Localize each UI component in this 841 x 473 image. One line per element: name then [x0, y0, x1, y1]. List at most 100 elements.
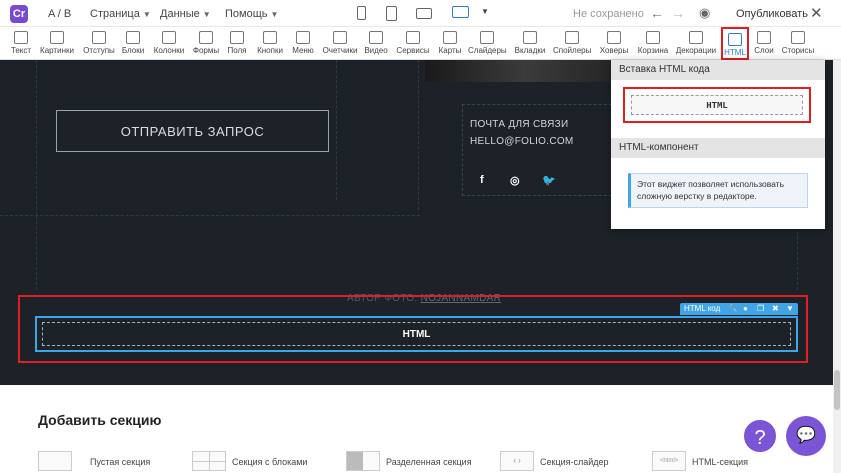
tool-decorations[interactable]: Декорации	[675, 27, 717, 60]
app-logo[interactable]: Cr	[10, 5, 28, 23]
help-menu[interactable]: Помощь ▼	[225, 8, 278, 20]
add-section-title: Добавить секцию	[38, 412, 162, 428]
html-widget-item[interactable]: HTML	[631, 95, 803, 115]
fields-icon	[230, 31, 244, 44]
scrollbar[interactable]	[833, 60, 841, 473]
delete-icon[interactable]: ✖	[772, 303, 779, 315]
chevron-down-icon: ▼	[270, 10, 279, 19]
grid-line	[418, 60, 419, 210]
tool-stories[interactable]: Сторисы	[780, 27, 816, 60]
spacing-icon	[92, 31, 106, 44]
tool-cart[interactable]: Корзина	[636, 27, 670, 60]
tool-html[interactable]: HTML	[721, 27, 749, 60]
code-icon	[728, 33, 742, 46]
tool-hovers[interactable]: Ховеры	[598, 27, 630, 60]
tool-blocks[interactable]: Блоки	[120, 27, 146, 60]
preview-eye-icon[interactable]: ◉	[699, 5, 710, 21]
desktop-icon[interactable]	[452, 6, 469, 18]
html-component-toolbar[interactable]: HTML код 🔧 ● ❐ ✖ ▼	[680, 303, 798, 315]
tablet-icon[interactable]	[386, 6, 397, 21]
tool-layers[interactable]: Слои	[753, 27, 775, 60]
counter-icon	[333, 31, 347, 44]
menu-icon	[296, 31, 310, 44]
video-icon	[369, 31, 383, 44]
scroll-thumb[interactable]	[834, 370, 840, 410]
widget-toolbar: Текст Картинки Отступы Блоки Колонки Фор…	[0, 27, 841, 60]
add-section-area: Добавить секцию Пустая секция Секция с б…	[0, 385, 833, 473]
split-section-thumb	[346, 451, 380, 471]
html-component-label: HTML	[42, 322, 791, 346]
top-bar: Cr A / B Страница ▼ Данные ▼ Помощь ▼ ▼ Не …	[0, 0, 841, 27]
wrench-icon[interactable]: 🔧	[728, 303, 738, 315]
background-photo	[425, 60, 625, 82]
help-menu-label: Помощь	[225, 8, 268, 20]
mobile-icon[interactable]	[357, 6, 366, 20]
drop-icon[interactable]: ●	[743, 303, 748, 315]
help-button[interactable]: ?	[742, 418, 778, 454]
tool-text[interactable]: Текст	[4, 27, 38, 60]
tool-spacing[interactable]: Отступы	[82, 27, 116, 60]
tool-menu[interactable]: Меню	[290, 27, 316, 60]
tool-forms[interactable]: Формы	[192, 27, 220, 60]
stories-icon	[791, 31, 805, 44]
html-component[interactable]: HTML	[35, 316, 798, 352]
data-menu[interactable]: Данные ▼	[160, 8, 211, 20]
forms-icon	[199, 31, 213, 44]
contact-email: HELLO@FOLIO.COM	[470, 136, 574, 147]
facebook-icon[interactable]: f	[480, 174, 484, 186]
undo-icon[interactable]: ←	[650, 5, 664, 21]
panel-section-title: Вставка HTML кода	[611, 60, 825, 80]
laptop-icon[interactable]	[416, 8, 432, 19]
grid-line	[0, 215, 420, 216]
instagram-icon[interactable]: ◎	[510, 174, 520, 187]
section-option-slider[interactable]: ‹ › Секция-слайдер	[500, 451, 630, 471]
close-icon[interactable]: ✕	[810, 4, 823, 22]
twitter-icon[interactable]: 🐦	[542, 174, 556, 187]
tool-fields[interactable]: Поля	[226, 27, 248, 60]
redo-icon[interactable]: →	[671, 5, 685, 21]
layers-icon	[757, 31, 771, 44]
tool-buttons[interactable]: Кнопки	[256, 27, 284, 60]
cart-icon	[646, 31, 660, 44]
panel-section-title: HTML-компонент	[611, 138, 825, 158]
data-menu-label: Данные	[160, 8, 200, 20]
tool-tabs[interactable]: Вкладки	[513, 27, 547, 60]
save-status: Не сохранено	[573, 8, 644, 20]
html-widget-panel: Вставка HTML кода HTML HTML-компонент Эт…	[611, 60, 825, 229]
grid-line	[336, 60, 337, 200]
section-option-empty[interactable]: Пустая секция	[38, 451, 158, 471]
empty-section-thumb	[38, 451, 72, 471]
tool-maps[interactable]: Карты	[437, 27, 463, 60]
tool-spoilers[interactable]: Спойлеры	[553, 27, 591, 60]
tool-services[interactable]: Сервисы	[395, 27, 431, 60]
tool-images[interactable]: Картинки	[39, 27, 75, 60]
chat-icon[interactable]: 💬	[786, 416, 826, 456]
panel-selection-highlight: HTML	[623, 87, 811, 123]
html-section-thumb: <html>	[652, 451, 686, 471]
columns-icon	[162, 31, 176, 44]
chevron-down-icon[interactable]: ▼	[481, 7, 489, 16]
grid-line	[36, 60, 37, 290]
chevron-down-icon[interactable]: ▼	[786, 303, 794, 315]
blocks-section-thumb	[192, 451, 226, 471]
send-request-button[interactable]: ОТПРАВИТЬ ЗАПРОС	[56, 110, 329, 152]
page-menu-label: Страница	[90, 8, 140, 20]
tabs-icon	[523, 31, 537, 44]
chevron-down-icon: ▼	[142, 10, 151, 19]
chevron-down-icon: ▼	[202, 10, 211, 19]
page-menu[interactable]: Страница ▼	[90, 8, 151, 20]
section-option-blocks[interactable]: Секция с блоками	[192, 451, 332, 471]
tool-counters[interactable]: Очетчики	[322, 27, 358, 60]
slider-section-thumb: ‹ ›	[500, 451, 534, 471]
tool-columns[interactable]: Колонки	[152, 27, 186, 60]
ab-test-button[interactable]: A / B	[48, 8, 71, 20]
hover-icon	[607, 31, 621, 44]
slider-icon	[480, 31, 494, 44]
publish-button[interactable]: Опубликовать	[736, 8, 808, 20]
section-option-split[interactable]: Разделенная секция	[346, 451, 496, 471]
copy-icon[interactable]: ❐	[757, 303, 764, 315]
section-option-html[interactable]: <html> HTML-секция	[652, 451, 772, 471]
tool-sliders[interactable]: Слайдеры	[468, 27, 507, 60]
tool-video[interactable]: Видео	[364, 27, 388, 60]
spoiler-icon	[565, 31, 579, 44]
